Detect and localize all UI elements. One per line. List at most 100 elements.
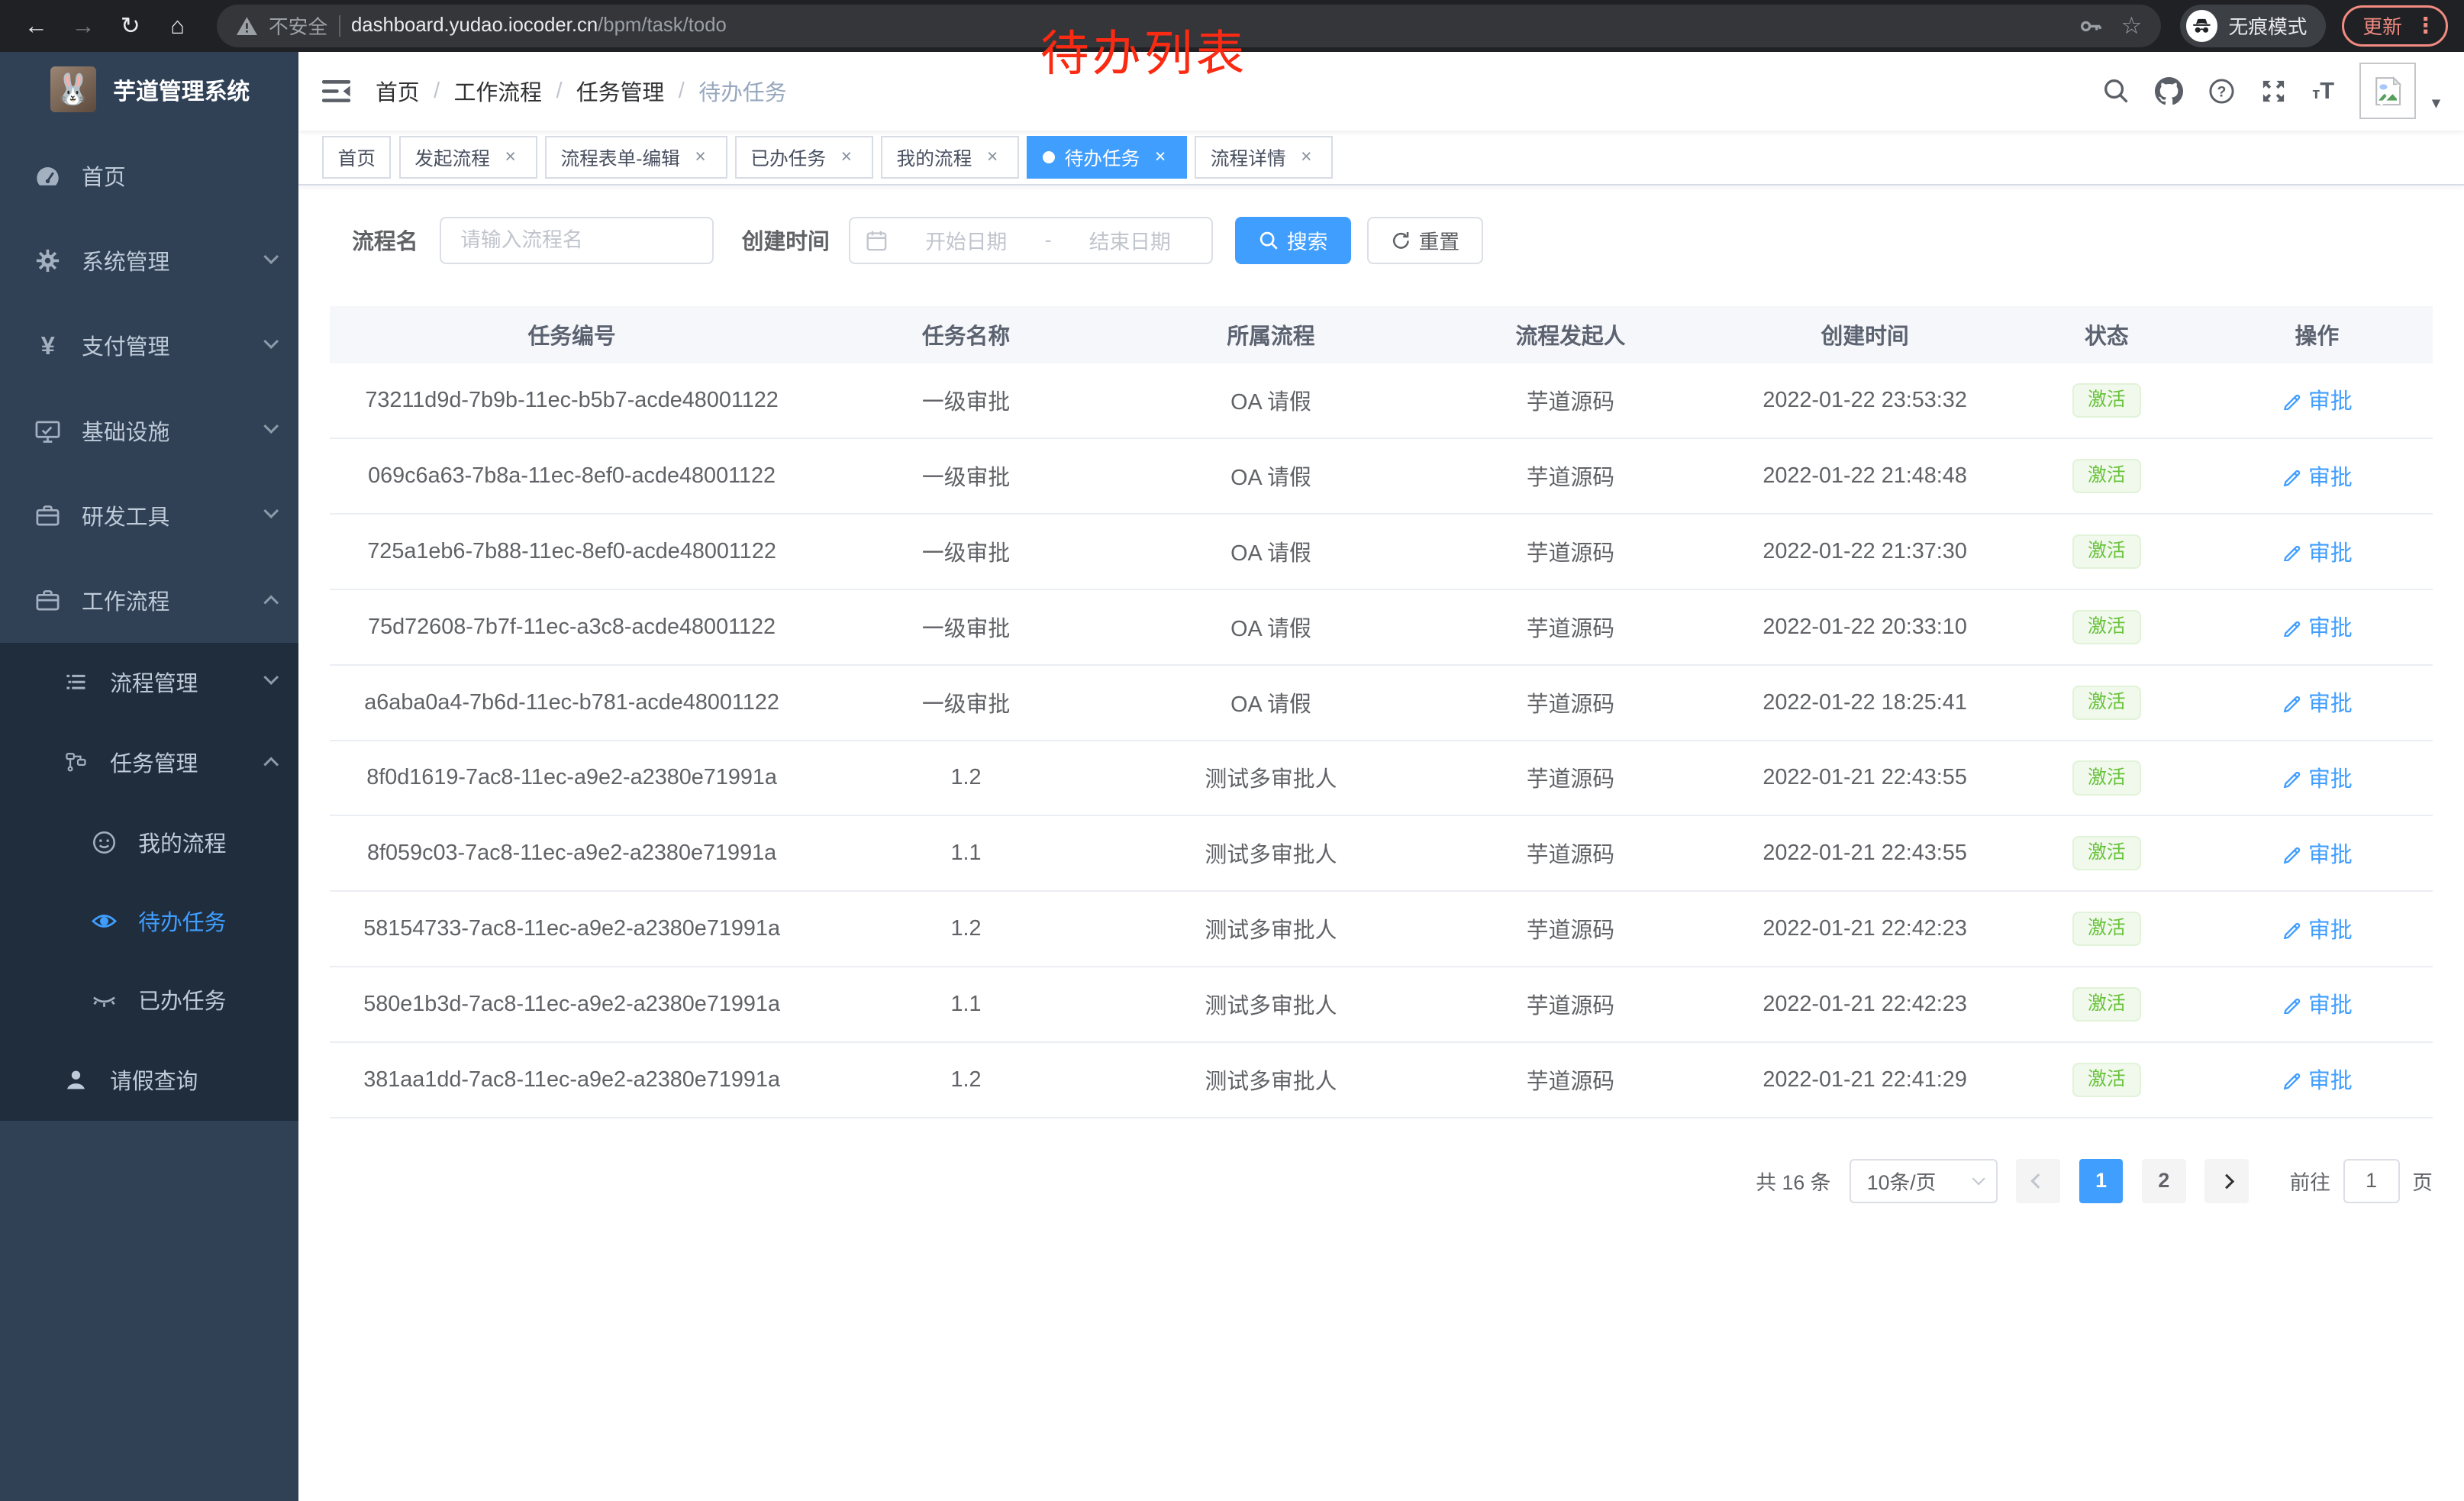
reset-button[interactable]: 重置	[1367, 217, 1483, 264]
approve-label: 审批	[2308, 611, 2353, 642]
next-page-button[interactable]	[2204, 1159, 2249, 1203]
address-bar[interactable]: 不安全 dashboard.yudao.iocoder.cn/bpm/task/…	[217, 5, 2161, 47]
approve-link[interactable]: 审批	[2282, 536, 2353, 567]
incognito-label: 无痕模式	[2229, 11, 2308, 40]
starter-cell: 芋道源码	[1424, 967, 1718, 1042]
close-icon[interactable]: ×	[835, 146, 857, 168]
approve-link[interactable]: 审批	[2282, 913, 2353, 944]
created-cell: 2022-01-22 21:37:30	[1717, 514, 2012, 589]
prev-page-button[interactable]	[2016, 1159, 2060, 1203]
tab-done-tasks[interactable]: 已办任务 ×	[735, 136, 873, 179]
sidebar-item-payment[interactable]: ¥ 支付管理	[0, 303, 298, 388]
browser-back-button[interactable]: ←	[16, 5, 57, 47]
browser-forward-button[interactable]: →	[63, 5, 104, 47]
status-badge: 激活	[2072, 686, 2141, 720]
page-1-button[interactable]: 1	[2079, 1159, 2124, 1203]
sidebar-item-label: 待办任务	[138, 905, 226, 937]
tab-process-detail[interactable]: 流程详情 ×	[1195, 136, 1333, 179]
breadcrumb-home[interactable]: 首页	[376, 76, 420, 107]
col-task-name: 任务名称	[814, 306, 1118, 363]
task-name-cell: 一级审批	[814, 589, 1118, 665]
sidebar-item-todo-tasks[interactable]: 待办任务	[0, 882, 298, 960]
status-badge: 激活	[2072, 987, 2141, 1022]
approve-link[interactable]: 审批	[2282, 762, 2353, 793]
sidebar-item-leave-query[interactable]: 请假查询	[0, 1039, 298, 1121]
search-button[interactable]: 搜索	[1235, 217, 1351, 264]
bookmark-star-icon[interactable]: ☆	[2121, 15, 2143, 38]
approve-link[interactable]: 审批	[2282, 988, 2353, 1019]
pencil-icon	[2282, 843, 2302, 863]
avatar-dropdown-caret[interactable]: ▾	[2432, 93, 2440, 113]
sidebar-item-workflow[interactable]: 工作流程	[0, 558, 298, 643]
chevron-down-icon	[263, 670, 279, 685]
close-icon[interactable]: ×	[689, 146, 711, 168]
breadcrumb-separator: /	[679, 79, 685, 104]
starter-cell: 芋道源码	[1424, 815, 1718, 891]
browser-home-button[interactable]: ⌂	[157, 5, 198, 47]
approve-link[interactable]: 审批	[2282, 1064, 2353, 1095]
sidebar-item-system[interactable]: 系统管理	[0, 218, 298, 303]
process-cell: 测试多审批人	[1118, 741, 1423, 816]
page-size-select[interactable]: 10条/页	[1850, 1159, 1998, 1203]
avatar[interactable]	[2359, 63, 2416, 119]
close-icon[interactable]: ×	[982, 146, 1004, 168]
password-key-icon[interactable]	[2079, 15, 2102, 38]
approve-link[interactable]: 审批	[2282, 838, 2353, 869]
tab-label: 我的流程	[897, 144, 972, 171]
chevron-down-icon	[263, 249, 279, 264]
sidebar-item-my-process[interactable]: 我的流程	[0, 803, 298, 882]
goto-page-input[interactable]	[2343, 1159, 2400, 1203]
close-icon[interactable]: ×	[1295, 146, 1317, 168]
svg-text:?: ?	[2217, 83, 2227, 100]
sidebar-item-devtools[interactable]: 研发工具	[0, 473, 298, 558]
pencil-icon	[2282, 1069, 2302, 1089]
tab-home[interactable]: 首页	[322, 136, 391, 179]
sidebar-item-task-mgmt[interactable]: 任务管理	[0, 721, 298, 803]
approve-link[interactable]: 审批	[2282, 384, 2353, 415]
sidebar-item-label: 请假查询	[110, 1064, 198, 1096]
date-range-picker[interactable]: 开始日期 - 结束日期	[849, 217, 1214, 264]
sidebar-fold-icon[interactable]	[322, 79, 350, 104]
task-name-cell: 1.1	[814, 967, 1118, 1042]
approve-link[interactable]: 审批	[2282, 460, 2353, 492]
close-icon[interactable]: ×	[1150, 146, 1172, 168]
total-count: 共 16 条	[1756, 1166, 1830, 1196]
browser-reload-button[interactable]: ↻	[110, 5, 151, 47]
search-icon[interactable]	[2103, 78, 2130, 105]
created-cell: 2022-01-21 22:43:55	[1717, 815, 2012, 891]
font-size-icon[interactable]: тT	[2312, 77, 2334, 105]
chevron-down-icon	[263, 418, 279, 434]
approve-link[interactable]: 审批	[2282, 686, 2353, 718]
github-icon[interactable]	[2155, 77, 2183, 105]
sidebar-item-process-mgmt[interactable]: 流程管理	[0, 643, 298, 721]
tab-form-edit[interactable]: 流程表单-编辑 ×	[545, 136, 727, 179]
tasks-table: 任务编号 任务名称 所属流程 流程发起人 创建时间 状态 操作 73211d9d…	[330, 306, 2433, 1118]
fullscreen-icon[interactable]	[2260, 78, 2287, 105]
tab-start-process[interactable]: 发起流程 ×	[399, 136, 537, 179]
approve-link[interactable]: 审批	[2282, 611, 2353, 642]
person-icon	[61, 1067, 91, 1093]
pencil-icon	[2282, 617, 2302, 638]
goto-page: 前往 页	[2290, 1159, 2433, 1203]
update-button[interactable]: 更新	[2362, 11, 2401, 40]
sidebar-item-done-tasks[interactable]: 已办任务	[0, 960, 298, 1039]
pencil-icon	[2282, 390, 2302, 411]
tab-my-process[interactable]: 我的流程 ×	[881, 136, 1019, 179]
process-name-input[interactable]	[440, 217, 713, 264]
starter-cell: 芋道源码	[1424, 438, 1718, 514]
page-2-button[interactable]: 2	[2142, 1159, 2186, 1203]
active-dot-icon	[1043, 151, 1055, 163]
breadcrumb-task-mgmt[interactable]: 任务管理	[576, 76, 664, 107]
pencil-icon	[2282, 994, 2302, 1015]
help-icon[interactable]: ?	[2208, 78, 2235, 105]
close-icon[interactable]: ×	[499, 146, 521, 168]
url-path: /bpm/task/todo	[598, 15, 727, 37]
sidebar-item-home[interactable]: 首页	[0, 134, 298, 218]
browser-chrome: ← → ↻ ⌂ 不安全 dashboard.yudao.iocoder.cn/b…	[0, 0, 2464, 52]
incognito-badge: 无痕模式	[2180, 5, 2326, 47]
tab-todo-tasks[interactable]: 待办任务 ×	[1027, 136, 1187, 179]
sidebar-item-infra[interactable]: 基础设施	[0, 388, 298, 473]
table-row: 75d72608-7b7f-11ec-a3c8-acde48001122 一级审…	[330, 589, 2433, 665]
breadcrumb-workflow[interactable]: 工作流程	[454, 76, 542, 107]
browser-menu-icon[interactable]: ⋮	[2414, 15, 2437, 37]
